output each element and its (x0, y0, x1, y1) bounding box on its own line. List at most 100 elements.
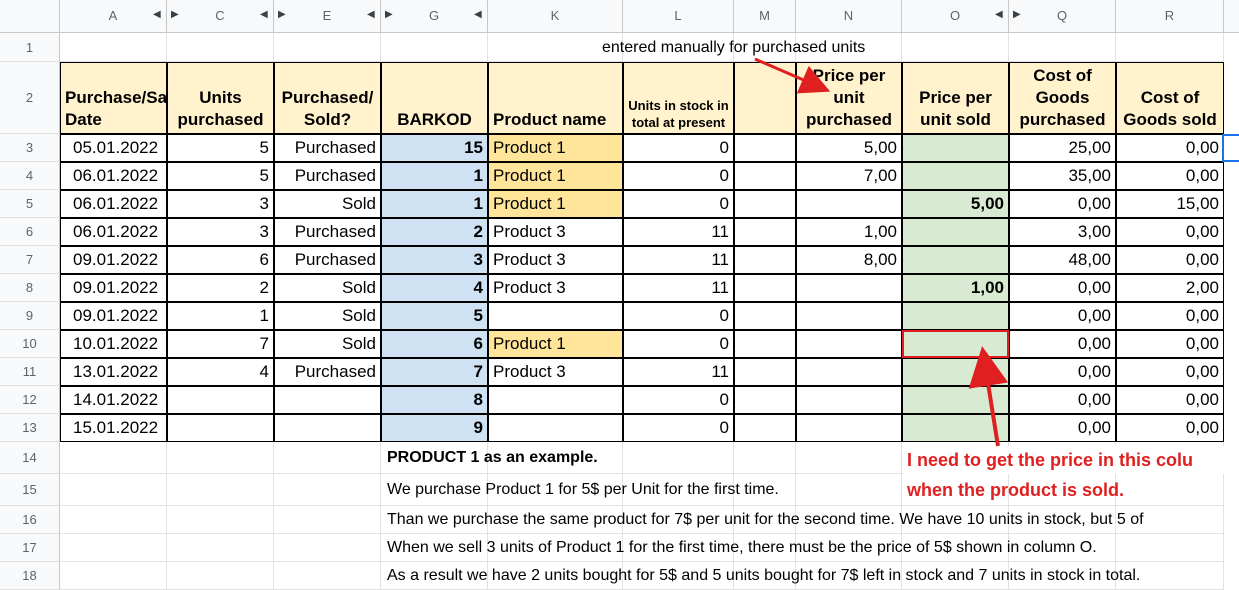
cell-product[interactable]: Product 3 (488, 274, 623, 302)
grid-cell[interactable] (167, 506, 274, 534)
cell-ps[interactable]: Sold (274, 302, 381, 330)
cell-units[interactable]: 1 (167, 302, 274, 330)
cell-ppu[interactable] (796, 358, 902, 386)
cell-barkod[interactable]: 2 (381, 218, 488, 246)
cell-cgp[interactable]: 0,00 (1009, 414, 1116, 442)
cell-m[interactable] (734, 134, 796, 162)
cell-pus[interactable] (902, 358, 1009, 386)
row-header-18[interactable]: 18 (0, 562, 60, 590)
expand-right-icon[interactable]: ▶ (278, 9, 286, 20)
grid-cell[interactable] (381, 33, 488, 62)
cell-stock[interactable]: 0 (623, 302, 734, 330)
cell-ppu[interactable] (796, 330, 902, 358)
grid-cell[interactable] (274, 562, 381, 590)
cell-date[interactable]: 09.01.2022 (60, 274, 167, 302)
cell-cgp[interactable]: 25,00 (1009, 134, 1116, 162)
column-header-r[interactable]: R (1116, 0, 1224, 33)
column-header-q[interactable]: Q (1009, 0, 1116, 33)
cell-cgp[interactable]: 0,00 (1009, 302, 1116, 330)
cell-cgs[interactable]: 0,00 (1116, 358, 1224, 386)
row-header-9[interactable]: 9 (0, 302, 60, 330)
expand-right-icon[interactable]: ▶ (171, 9, 179, 20)
cell-product[interactable]: Product 1 (488, 190, 623, 218)
cell-ppu[interactable] (796, 190, 902, 218)
cell-cgs[interactable]: 15,00 (1116, 190, 1224, 218)
cell-stock[interactable]: 0 (623, 190, 734, 218)
cell-date[interactable]: 10.01.2022 (60, 330, 167, 358)
cell-cgp[interactable]: 0,00 (1009, 190, 1116, 218)
grid-cell[interactable] (167, 534, 274, 562)
cell-cgp[interactable]: 35,00 (1009, 162, 1116, 190)
cell-date[interactable]: 06.01.2022 (60, 218, 167, 246)
grid-cell[interactable] (60, 442, 167, 474)
column-header-o[interactable]: O (902, 0, 1009, 33)
grid-cell[interactable] (274, 534, 381, 562)
select-all-corner[interactable] (0, 0, 60, 33)
cell-barkod[interactable]: 9 (381, 414, 488, 442)
row-header-2[interactable]: 2 (0, 62, 60, 134)
cell-ps[interactable]: Purchased (274, 134, 381, 162)
row-header-15[interactable]: 15 (0, 474, 60, 506)
cell-m[interactable] (734, 330, 796, 358)
cell-ps[interactable] (274, 414, 381, 442)
cell-cgs[interactable]: 0,00 (1116, 414, 1224, 442)
row-header-12[interactable]: 12 (0, 386, 60, 414)
row-header-4[interactable]: 4 (0, 162, 60, 190)
collapse-left-icon[interactable]: ◀ (260, 9, 268, 20)
grid-cell[interactable] (1009, 33, 1116, 62)
collapse-left-icon[interactable]: ◀ (474, 9, 482, 20)
cell-ps[interactable]: Purchased (274, 358, 381, 386)
cell-units[interactable] (167, 386, 274, 414)
cell-pus[interactable] (902, 162, 1009, 190)
cell-m[interactable] (734, 246, 796, 274)
cell-ppu[interactable]: 8,00 (796, 246, 902, 274)
cell-ppu[interactable] (796, 302, 902, 330)
cell-pus[interactable]: 1,00 (902, 274, 1009, 302)
grid-cell[interactable] (60, 534, 167, 562)
cell-barkod[interactable]: 4 (381, 274, 488, 302)
cell-product[interactable]: Product 3 (488, 218, 623, 246)
cell-m[interactable] (734, 358, 796, 386)
column-header-e[interactable]: E (274, 0, 381, 33)
cell-stock[interactable]: 0 (623, 134, 734, 162)
cell-pus[interactable] (902, 134, 1009, 162)
grid-cell[interactable] (274, 442, 381, 474)
cell-cgs[interactable]: 0,00 (1116, 302, 1224, 330)
row-header-17[interactable]: 17 (0, 534, 60, 562)
cell-barkod[interactable]: 7 (381, 358, 488, 386)
cell-cgs[interactable]: 0,00 (1116, 162, 1224, 190)
cell-pus[interactable]: 5,00 (902, 190, 1009, 218)
cell-ps[interactable]: Sold (274, 274, 381, 302)
grid-cell[interactable] (167, 474, 274, 506)
cell-ps[interactable] (274, 386, 381, 414)
cell-ppu[interactable]: 7,00 (796, 162, 902, 190)
grid-cell[interactable] (902, 33, 1009, 62)
cell-ppu[interactable] (796, 414, 902, 442)
cell-cgs[interactable]: 0,00 (1116, 246, 1224, 274)
row-header-8[interactable]: 8 (0, 274, 60, 302)
cell-units[interactable]: 5 (167, 162, 274, 190)
cell-stock[interactable]: 0 (623, 386, 734, 414)
cell-pus[interactable] (902, 386, 1009, 414)
cell-ppu[interactable] (796, 386, 902, 414)
cell-cgs[interactable]: 0,00 (1116, 330, 1224, 358)
grid-cell[interactable] (167, 562, 274, 590)
cell-m[interactable] (734, 302, 796, 330)
cell-ps[interactable]: Purchased (274, 246, 381, 274)
cell-date[interactable]: 06.01.2022 (60, 190, 167, 218)
row-header-6[interactable]: 6 (0, 218, 60, 246)
cell-barkod[interactable]: 15 (381, 134, 488, 162)
cell-stock[interactable]: 0 (623, 162, 734, 190)
column-header-a[interactable]: A (60, 0, 167, 33)
cell-barkod[interactable]: 1 (381, 162, 488, 190)
cell-date[interactable]: 13.01.2022 (60, 358, 167, 386)
cell-units[interactable] (167, 414, 274, 442)
grid-cell[interactable] (60, 474, 167, 506)
column-header-m[interactable]: M (734, 0, 796, 33)
row-header-10[interactable]: 10 (0, 330, 60, 358)
grid-cell[interactable] (60, 506, 167, 534)
row-header-1[interactable]: 1 (0, 33, 60, 62)
cell-stock[interactable]: 11 (623, 218, 734, 246)
grid-cell[interactable] (167, 442, 274, 474)
cell-stock[interactable]: 0 (623, 330, 734, 358)
